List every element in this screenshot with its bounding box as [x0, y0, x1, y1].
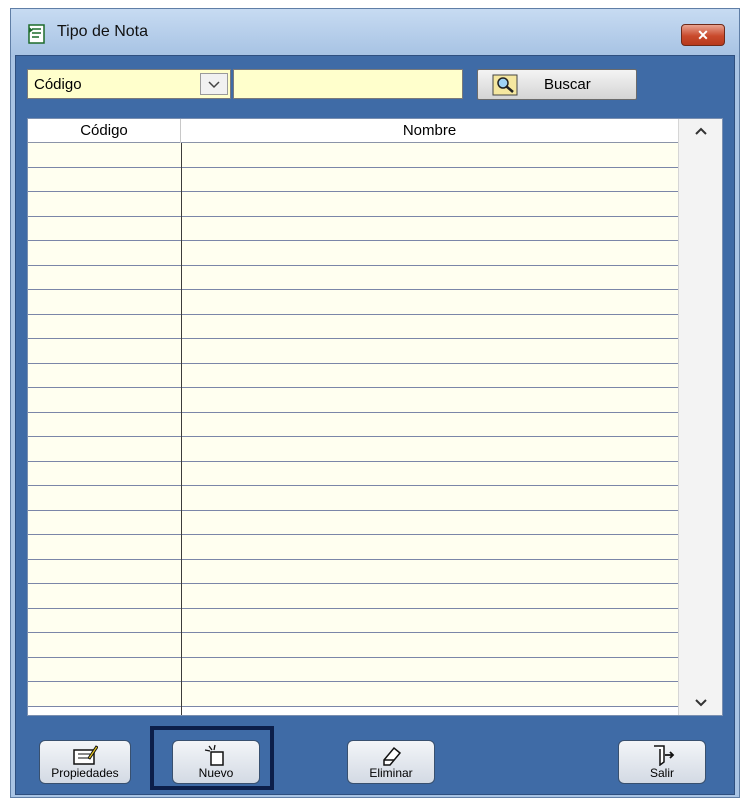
- table-row[interactable]: [28, 608, 678, 633]
- table-row[interactable]: [28, 510, 678, 535]
- table-row[interactable]: [28, 437, 678, 462]
- table-row[interactable]: [28, 657, 678, 682]
- table-row[interactable]: [28, 559, 678, 584]
- table-row[interactable]: [28, 461, 678, 486]
- table-row[interactable]: [28, 339, 678, 364]
- new-document-icon: [204, 744, 224, 766]
- table-row[interactable]: [28, 682, 678, 707]
- search-input[interactable]: [233, 69, 463, 99]
- nuevo-button[interactable]: Nuevo: [172, 740, 260, 784]
- table-row[interactable]: [28, 412, 678, 437]
- table-row[interactable]: [28, 265, 678, 290]
- eraser-icon: [383, 746, 402, 766]
- table-row[interactable]: [28, 363, 678, 388]
- search-icon: [492, 74, 518, 96]
- edit-properties-icon: [73, 745, 98, 765]
- records-grid[interactable]: Código Nombre: [27, 118, 723, 716]
- table-row[interactable]: [28, 192, 678, 217]
- table-row[interactable]: [28, 241, 678, 266]
- footer-toolbar: Propiedades Nuevo Eliminar Salir: [16, 716, 734, 796]
- search-bar: Código Buscar: [16, 56, 734, 116]
- exit-door-icon: [654, 745, 675, 766]
- close-icon: ✕: [697, 27, 709, 43]
- chevron-up-icon: [695, 127, 707, 135]
- table-row[interactable]: [28, 388, 678, 413]
- propiedades-label: Propiedades: [51, 766, 119, 780]
- field-selector-dropdown[interactable]: [200, 73, 228, 95]
- propiedades-button[interactable]: Propiedades: [39, 740, 131, 784]
- field-selector[interactable]: Código: [27, 69, 231, 99]
- vertical-scrollbar[interactable]: [678, 119, 722, 715]
- chevron-down-icon: [695, 699, 707, 707]
- table-row[interactable]: [28, 143, 678, 168]
- table-row[interactable]: [28, 314, 678, 339]
- column-separator: [181, 143, 182, 715]
- column-header-codigo[interactable]: Código: [28, 119, 181, 143]
- table-row[interactable]: [28, 290, 678, 315]
- title-bar: Tipo de Nota ✕: [11, 9, 739, 57]
- chevron-down-icon: [208, 81, 220, 89]
- table-row[interactable]: [28, 633, 678, 658]
- table-row[interactable]: [28, 535, 678, 560]
- table-row[interactable]: [28, 584, 678, 609]
- search-button-label: Buscar: [544, 76, 591, 93]
- search-button[interactable]: Buscar: [477, 69, 637, 100]
- nuevo-label: Nuevo: [198, 766, 234, 780]
- table-row[interactable]: [28, 486, 678, 511]
- salir-button[interactable]: Salir: [618, 740, 706, 784]
- field-selector-value: Código: [34, 76, 82, 93]
- close-button[interactable]: ✕: [681, 24, 725, 46]
- column-header-nombre[interactable]: Nombre: [181, 119, 678, 143]
- salir-label: Salir: [649, 766, 674, 780]
- eliminar-button[interactable]: Eliminar: [347, 740, 435, 784]
- document-icon: [28, 24, 45, 44]
- eliminar-label: Eliminar: [369, 766, 413, 780]
- table-row[interactable]: [28, 216, 678, 241]
- client-area: Código Buscar Código Nombre Propiedades …: [15, 55, 735, 795]
- grid-body: [28, 143, 678, 715]
- scroll-down-button[interactable]: [679, 691, 722, 715]
- window: Tipo de Nota ✕ Código Buscar Código Nomb…: [10, 8, 740, 798]
- table-row[interactable]: [28, 167, 678, 192]
- scroll-up-button[interactable]: [679, 119, 722, 143]
- window-title: Tipo de Nota: [57, 23, 149, 40]
- grid-header: Código Nombre: [28, 119, 678, 143]
